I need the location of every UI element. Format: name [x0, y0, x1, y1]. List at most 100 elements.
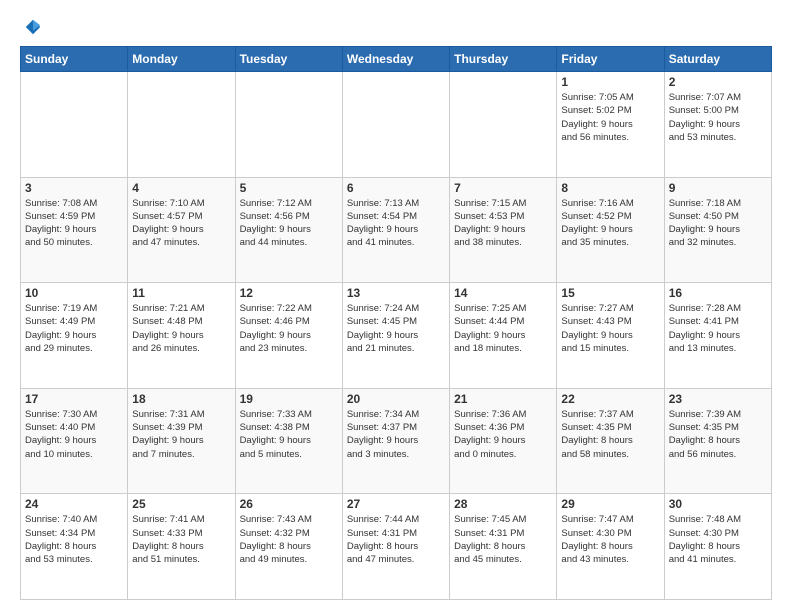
calendar-table: SundayMondayTuesdayWednesdayThursdayFrid…: [20, 46, 772, 600]
day-number: 25: [132, 497, 230, 511]
weekday-thursday: Thursday: [450, 47, 557, 72]
day-info: Sunrise: 7:12 AM Sunset: 4:56 PM Dayligh…: [240, 197, 338, 250]
day-info: Sunrise: 7:15 AM Sunset: 4:53 PM Dayligh…: [454, 197, 552, 250]
day-cell: [21, 72, 128, 178]
day-cell: 1 Sunrise: 7:05 AM Sunset: 5:02 PM Daylig…: [557, 72, 664, 178]
day-info: Sunrise: 7:39 AM Sunset: 4:35 PM Dayligh…: [669, 408, 767, 461]
day-number: 13: [347, 286, 445, 300]
day-number: 7: [454, 181, 552, 195]
day-info: Sunrise: 7:44 AM Sunset: 4:31 PM Dayligh…: [347, 513, 445, 566]
day-info: Sunrise: 7:41 AM Sunset: 4:33 PM Dayligh…: [132, 513, 230, 566]
day-number: 15: [561, 286, 659, 300]
day-cell: 29 Sunrise: 7:47 AM Sunset: 4:30 PM Dayli…: [557, 494, 664, 600]
day-number: 17: [25, 392, 123, 406]
day-number: 4: [132, 181, 230, 195]
day-number: 23: [669, 392, 767, 406]
day-cell: [342, 72, 449, 178]
day-info: Sunrise: 7:24 AM Sunset: 4:45 PM Dayligh…: [347, 302, 445, 355]
day-number: 24: [25, 497, 123, 511]
day-cell: 20Sunrise: 7:34 AM Sunset: 4:37 PM Dayli…: [342, 388, 449, 494]
day-info: Sunrise: 7:05 AM Sunset: 5:02 PM Dayligh…: [561, 91, 659, 144]
day-info: Sunrise: 7:08 AM Sunset: 4:59 PM Dayligh…: [25, 197, 123, 250]
day-number: 9: [669, 181, 767, 195]
day-cell: 2 Sunrise: 7:07 AM Sunset: 5:00 PM Daylig…: [664, 72, 771, 178]
day-cell: 30 Sunrise: 7:48 AM Sunset: 4:30 PM Dayli…: [664, 494, 771, 600]
day-number: 11: [132, 286, 230, 300]
day-number: 29: [561, 497, 659, 511]
day-number: 20: [347, 392, 445, 406]
day-cell: 22 Sunrise: 7:37 AM Sunset: 4:35 PM Dayli…: [557, 388, 664, 494]
day-cell: 18Sunrise: 7:31 AM Sunset: 4:39 PM Dayli…: [128, 388, 235, 494]
day-cell: 9 Sunrise: 7:18 AM Sunset: 4:50 PM Daylig…: [664, 177, 771, 283]
day-cell: 27 Sunrise: 7:44 AM Sunset: 4:31 PM Dayli…: [342, 494, 449, 600]
day-info: Sunrise: 7:45 AM Sunset: 4:31 PM Dayligh…: [454, 513, 552, 566]
day-info: Sunrise: 7:07 AM Sunset: 5:00 PM Dayligh…: [669, 91, 767, 144]
day-cell: 7 Sunrise: 7:15 AM Sunset: 4:53 PM Daylig…: [450, 177, 557, 283]
header: [20, 18, 772, 36]
day-cell: 19Sunrise: 7:33 AM Sunset: 4:38 PM Dayli…: [235, 388, 342, 494]
day-number: 8: [561, 181, 659, 195]
day-cell: 23 Sunrise: 7:39 AM Sunset: 4:35 PM Dayli…: [664, 388, 771, 494]
day-cell: 28 Sunrise: 7:45 AM Sunset: 4:31 PM Dayli…: [450, 494, 557, 600]
day-cell: 11 Sunrise: 7:21 AM Sunset: 4:48 PM Dayli…: [128, 283, 235, 389]
logo-icon: [24, 18, 42, 36]
day-cell: 5 Sunrise: 7:12 AM Sunset: 4:56 PM Daylig…: [235, 177, 342, 283]
day-number: 3: [25, 181, 123, 195]
day-number: 10: [25, 286, 123, 300]
day-info: Sunrise: 7:47 AM Sunset: 4:30 PM Dayligh…: [561, 513, 659, 566]
week-row-1: 1 Sunrise: 7:05 AM Sunset: 5:02 PM Daylig…: [21, 72, 772, 178]
day-cell: [450, 72, 557, 178]
day-info: Sunrise: 7:19 AM Sunset: 4:49 PM Dayligh…: [25, 302, 123, 355]
day-number: 5: [240, 181, 338, 195]
day-cell: 14Sunrise: 7:25 AM Sunset: 4:44 PM Dayli…: [450, 283, 557, 389]
weekday-wednesday: Wednesday: [342, 47, 449, 72]
day-number: 27: [347, 497, 445, 511]
day-number: 2: [669, 75, 767, 89]
day-info: Sunrise: 7:40 AM Sunset: 4:34 PM Dayligh…: [25, 513, 123, 566]
day-cell: 24 Sunrise: 7:40 AM Sunset: 4:34 PM Dayli…: [21, 494, 128, 600]
week-row-5: 24 Sunrise: 7:40 AM Sunset: 4:34 PM Dayli…: [21, 494, 772, 600]
day-number: 28: [454, 497, 552, 511]
day-number: 1: [561, 75, 659, 89]
day-number: 12: [240, 286, 338, 300]
page: SundayMondayTuesdayWednesdayThursdayFrid…: [0, 0, 792, 612]
day-cell: 26Sunrise: 7:43 AM Sunset: 4:32 PM Dayli…: [235, 494, 342, 600]
weekday-header-row: SundayMondayTuesdayWednesdayThursdayFrid…: [21, 47, 772, 72]
weekday-sunday: Sunday: [21, 47, 128, 72]
day-cell: [235, 72, 342, 178]
day-info: Sunrise: 7:18 AM Sunset: 4:50 PM Dayligh…: [669, 197, 767, 250]
day-cell: 21 Sunrise: 7:36 AM Sunset: 4:36 PM Dayli…: [450, 388, 557, 494]
day-cell: 6 Sunrise: 7:13 AM Sunset: 4:54 PM Daylig…: [342, 177, 449, 283]
day-number: 21: [454, 392, 552, 406]
day-info: Sunrise: 7:27 AM Sunset: 4:43 PM Dayligh…: [561, 302, 659, 355]
day-number: 16: [669, 286, 767, 300]
weekday-tuesday: Tuesday: [235, 47, 342, 72]
weekday-friday: Friday: [557, 47, 664, 72]
day-info: Sunrise: 7:10 AM Sunset: 4:57 PM Dayligh…: [132, 197, 230, 250]
weekday-saturday: Saturday: [664, 47, 771, 72]
day-info: Sunrise: 7:30 AM Sunset: 4:40 PM Dayligh…: [25, 408, 123, 461]
day-cell: 25 Sunrise: 7:41 AM Sunset: 4:33 PM Dayli…: [128, 494, 235, 600]
day-info: Sunrise: 7:16 AM Sunset: 4:52 PM Dayligh…: [561, 197, 659, 250]
week-row-3: 10 Sunrise: 7:19 AM Sunset: 4:49 PM Dayli…: [21, 283, 772, 389]
day-cell: 13 Sunrise: 7:24 AM Sunset: 4:45 PM Dayli…: [342, 283, 449, 389]
day-info: Sunrise: 7:13 AM Sunset: 4:54 PM Dayligh…: [347, 197, 445, 250]
day-info: Sunrise: 7:22 AM Sunset: 4:46 PM Dayligh…: [240, 302, 338, 355]
day-info: Sunrise: 7:33 AM Sunset: 4:38 PM Dayligh…: [240, 408, 338, 461]
day-cell: 10 Sunrise: 7:19 AM Sunset: 4:49 PM Dayli…: [21, 283, 128, 389]
day-info: Sunrise: 7:36 AM Sunset: 4:36 PM Dayligh…: [454, 408, 552, 461]
day-number: 6: [347, 181, 445, 195]
day-number: 22: [561, 392, 659, 406]
day-cell: 16Sunrise: 7:28 AM Sunset: 4:41 PM Dayli…: [664, 283, 771, 389]
week-row-4: 17 Sunrise: 7:30 AM Sunset: 4:40 PM Dayli…: [21, 388, 772, 494]
day-number: 18: [132, 392, 230, 406]
day-info: Sunrise: 7:48 AM Sunset: 4:30 PM Dayligh…: [669, 513, 767, 566]
day-cell: 17 Sunrise: 7:30 AM Sunset: 4:40 PM Dayli…: [21, 388, 128, 494]
day-info: Sunrise: 7:21 AM Sunset: 4:48 PM Dayligh…: [132, 302, 230, 355]
day-cell: 15 Sunrise: 7:27 AM Sunset: 4:43 PM Dayli…: [557, 283, 664, 389]
day-number: 14: [454, 286, 552, 300]
day-cell: [128, 72, 235, 178]
day-number: 30: [669, 497, 767, 511]
day-cell: 4 Sunrise: 7:10 AM Sunset: 4:57 PM Daylig…: [128, 177, 235, 283]
day-info: Sunrise: 7:37 AM Sunset: 4:35 PM Dayligh…: [561, 408, 659, 461]
